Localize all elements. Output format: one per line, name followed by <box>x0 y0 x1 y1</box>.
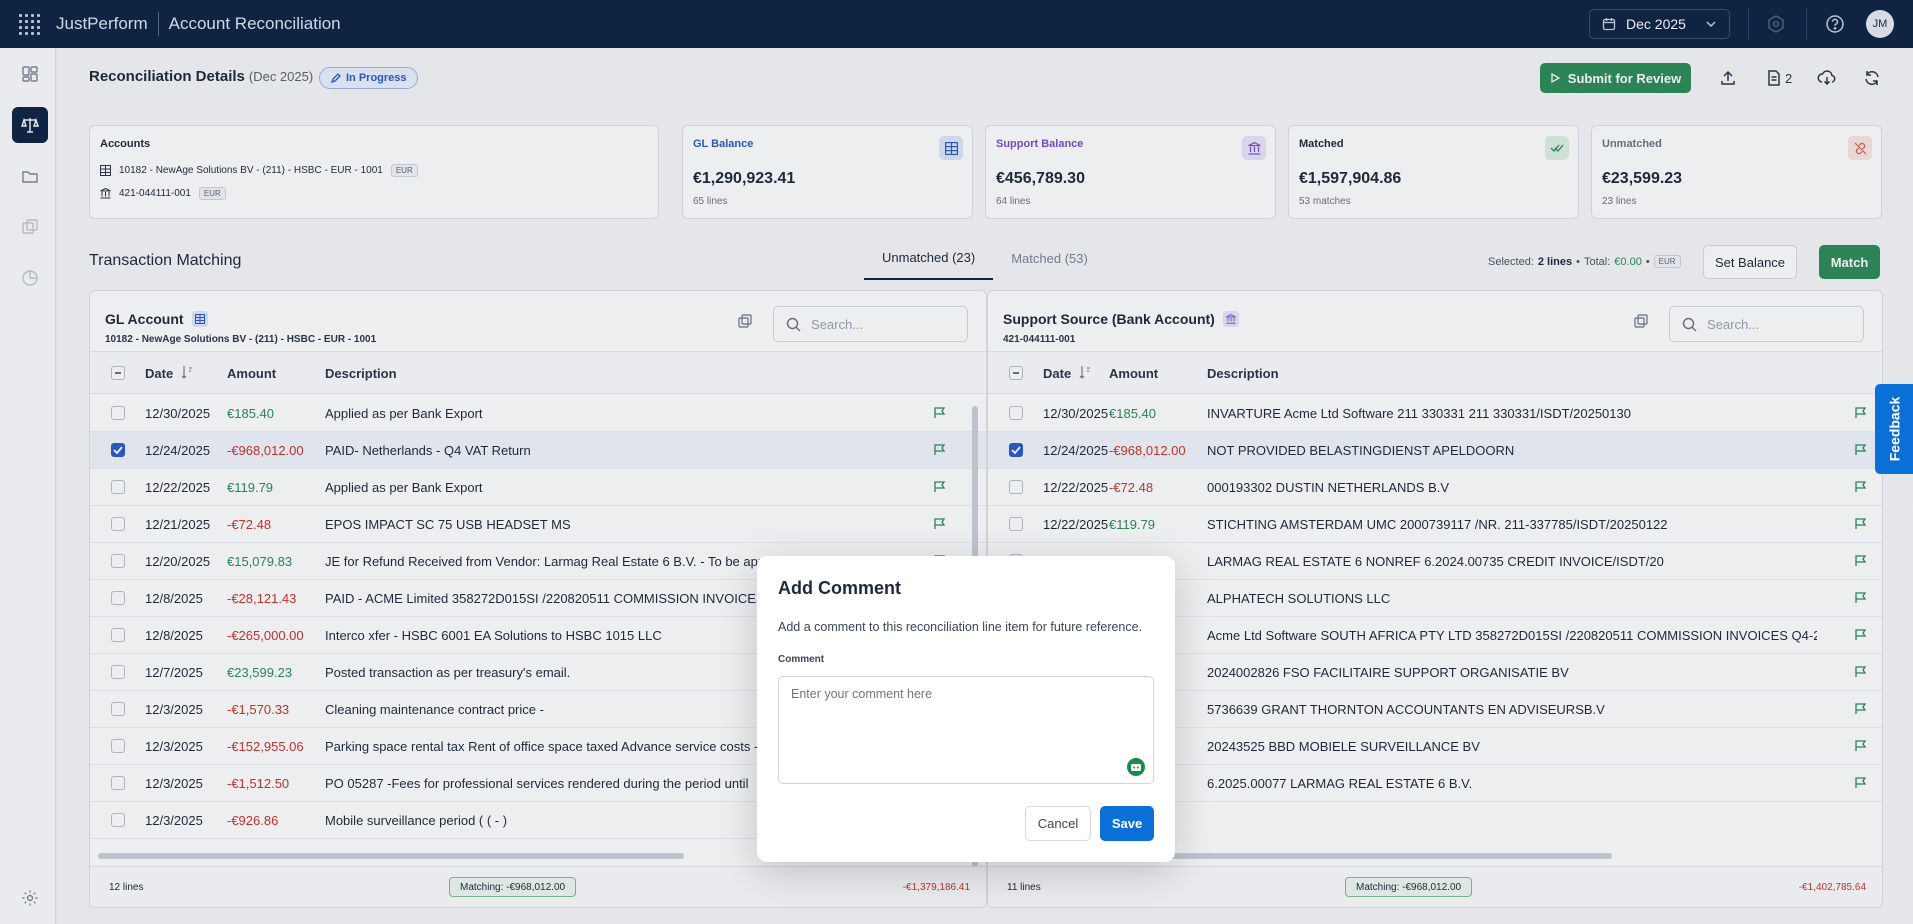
save-button[interactable]: Save <box>1100 806 1154 841</box>
dialog-title: Add Comment <box>778 578 901 598</box>
feedback-tab[interactable]: Feedback <box>1875 384 1913 474</box>
comment-textarea[interactable] <box>778 676 1154 784</box>
dialog-description: Add a comment to this reconciliation lin… <box>778 620 1143 634</box>
feedback-label: Feedback <box>1886 396 1902 462</box>
add-comment-dialog: Add Comment Add a comment to this reconc… <box>757 556 1175 862</box>
cancel-button[interactable]: Cancel <box>1025 806 1091 841</box>
comment-label: Comment <box>778 654 825 665</box>
grammar-assistant-icon[interactable] <box>1127 758 1145 776</box>
